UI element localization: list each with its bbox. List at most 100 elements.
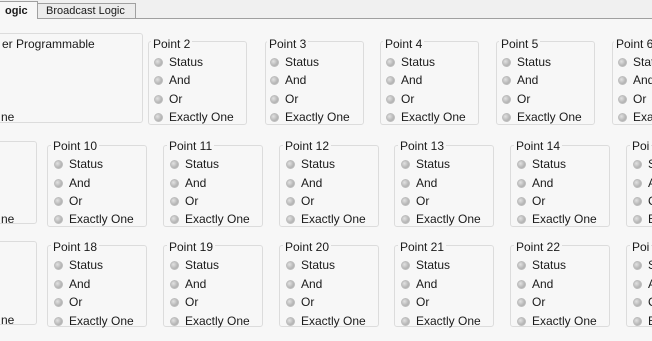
radio-or[interactable]: Or	[286, 294, 314, 310]
radio-status[interactable]: Status	[54, 257, 103, 273]
radio-and[interactable]: A	[633, 175, 652, 191]
radio-exactly-one[interactable]: Exactly One	[286, 211, 366, 227]
radio-icon	[154, 94, 163, 104]
radio-and[interactable]: And	[170, 276, 206, 292]
radio-exactly-one[interactable]: E	[633, 313, 652, 329]
point-group-title: Point 3	[267, 37, 309, 51]
radio-status[interactable]: Status	[502, 54, 551, 70]
radio-icon	[633, 214, 642, 224]
radio-and[interactable]: And	[502, 72, 538, 88]
radio-or[interactable]: Or	[286, 193, 314, 209]
radio-icon	[170, 316, 179, 326]
radio-status[interactable]: Stat	[618, 54, 652, 70]
radio-or[interactable]: Or	[401, 294, 429, 310]
radio-exactly-one[interactable]: Exactly One	[517, 313, 597, 329]
point-group-title: Point 21	[398, 240, 447, 254]
radio-exactly-one[interactable]: Exactly One	[54, 313, 134, 329]
radio-exactly-one[interactable]: Exactly One	[170, 211, 250, 227]
radio-status[interactable]: Status	[401, 156, 450, 172]
radio-exactly-one[interactable]: Exactly One	[154, 109, 234, 125]
radio-exactly-one[interactable]: Exa	[618, 109, 652, 125]
radio-icon	[170, 279, 179, 289]
radio-or[interactable]: Or	[154, 91, 182, 107]
radio-exactly-one[interactable]: Exactly One	[270, 109, 350, 125]
radio-or[interactable]: Or	[517, 294, 545, 310]
radio-or[interactable]: Or	[54, 193, 82, 209]
radio-status[interactable]: Status	[286, 156, 335, 172]
radio-and[interactable]: And	[270, 72, 306, 88]
radio-status[interactable]: S	[633, 156, 652, 172]
radio-exactly-one[interactable]: Exactly One	[401, 313, 481, 329]
radio-icon	[54, 159, 63, 169]
radio-exactly-one[interactable]: Exactly One	[502, 109, 582, 125]
radio-or[interactable]: Or	[502, 91, 530, 107]
radio-icon	[517, 260, 526, 270]
radio-and[interactable]: And	[386, 72, 422, 88]
radio-exactly-one[interactable]: E	[633, 211, 652, 227]
radio-and[interactable]: And	[54, 276, 90, 292]
radio-status[interactable]: Status	[517, 257, 566, 273]
point-group-title: Point 18	[51, 240, 100, 254]
radio-icon	[54, 279, 63, 289]
clipped-label: ne	[1, 110, 15, 124]
radio-and[interactable]: And	[54, 175, 90, 191]
radio-icon	[502, 75, 511, 85]
radio-status[interactable]: Status	[54, 156, 103, 172]
radio-icon	[386, 57, 395, 67]
radio-and[interactable]: And	[286, 276, 322, 292]
radio-status[interactable]: Status	[286, 257, 335, 273]
radio-or[interactable]: Or	[618, 91, 646, 107]
radio-icon	[633, 316, 642, 326]
radio-status[interactable]: Status	[154, 54, 203, 70]
radio-icon	[517, 297, 526, 307]
radio-and[interactable]: And	[170, 175, 206, 191]
radio-and[interactable]: And	[401, 175, 437, 191]
radio-status[interactable]: Status	[170, 156, 219, 172]
radio-and[interactable]: And	[286, 175, 322, 191]
radio-and[interactable]: And	[154, 72, 190, 88]
radio-and[interactable]: And	[618, 72, 652, 88]
radio-or[interactable]: Or	[54, 294, 82, 310]
point-group-title: Point 14	[514, 139, 563, 153]
radio-or[interactable]: C	[633, 193, 652, 209]
radio-exactly-one[interactable]: Exactly One	[170, 313, 250, 329]
radio-status[interactable]: Status	[401, 257, 450, 273]
radio-icon	[633, 297, 642, 307]
radio-exactly-one[interactable]: Exactly One	[286, 313, 366, 329]
radio-status[interactable]: Status	[386, 54, 435, 70]
tab-logic[interactable]: ogic	[0, 1, 38, 20]
radio-exactly-one[interactable]: Exactly One	[54, 211, 134, 227]
radio-and[interactable]: And	[401, 276, 437, 292]
radio-exactly-one[interactable]: Exactly One	[517, 211, 597, 227]
radio-status[interactable]: Status	[517, 156, 566, 172]
radio-icon	[517, 214, 526, 224]
radio-status[interactable]: Status	[270, 54, 319, 70]
radio-icon	[54, 196, 63, 206]
radio-or[interactable]: Or	[401, 193, 429, 209]
radio-icon	[618, 112, 627, 122]
point-group-title: Point 20	[283, 240, 332, 254]
radio-or[interactable]: Or	[517, 193, 545, 209]
radio-and[interactable]: And	[517, 276, 553, 292]
radio-icon	[170, 297, 179, 307]
point-group-title: Point 13	[398, 139, 447, 153]
radio-or[interactable]: C	[633, 294, 652, 310]
radio-status[interactable]: Status	[170, 257, 219, 273]
radio-or[interactable]: Or	[170, 193, 198, 209]
tab-broadcast-logic[interactable]: Broadcast Logic	[37, 3, 136, 18]
radio-icon	[401, 178, 410, 188]
radio-icon	[517, 159, 526, 169]
radio-or[interactable]: Or	[170, 294, 198, 310]
radio-icon	[286, 178, 295, 188]
point-group-title: Poi	[630, 240, 652, 254]
radio-status[interactable]: S	[633, 257, 652, 273]
programmable-group-title: er Programmable	[0, 37, 97, 51]
radio-icon	[618, 57, 627, 67]
radio-and[interactable]: A	[633, 276, 652, 292]
radio-or[interactable]: Or	[386, 91, 414, 107]
radio-exactly-one[interactable]: Exactly One	[386, 109, 466, 125]
radio-exactly-one[interactable]: Exactly One	[401, 211, 481, 227]
radio-or[interactable]: Or	[270, 91, 298, 107]
radio-icon	[286, 316, 295, 326]
radio-and[interactable]: And	[517, 175, 553, 191]
